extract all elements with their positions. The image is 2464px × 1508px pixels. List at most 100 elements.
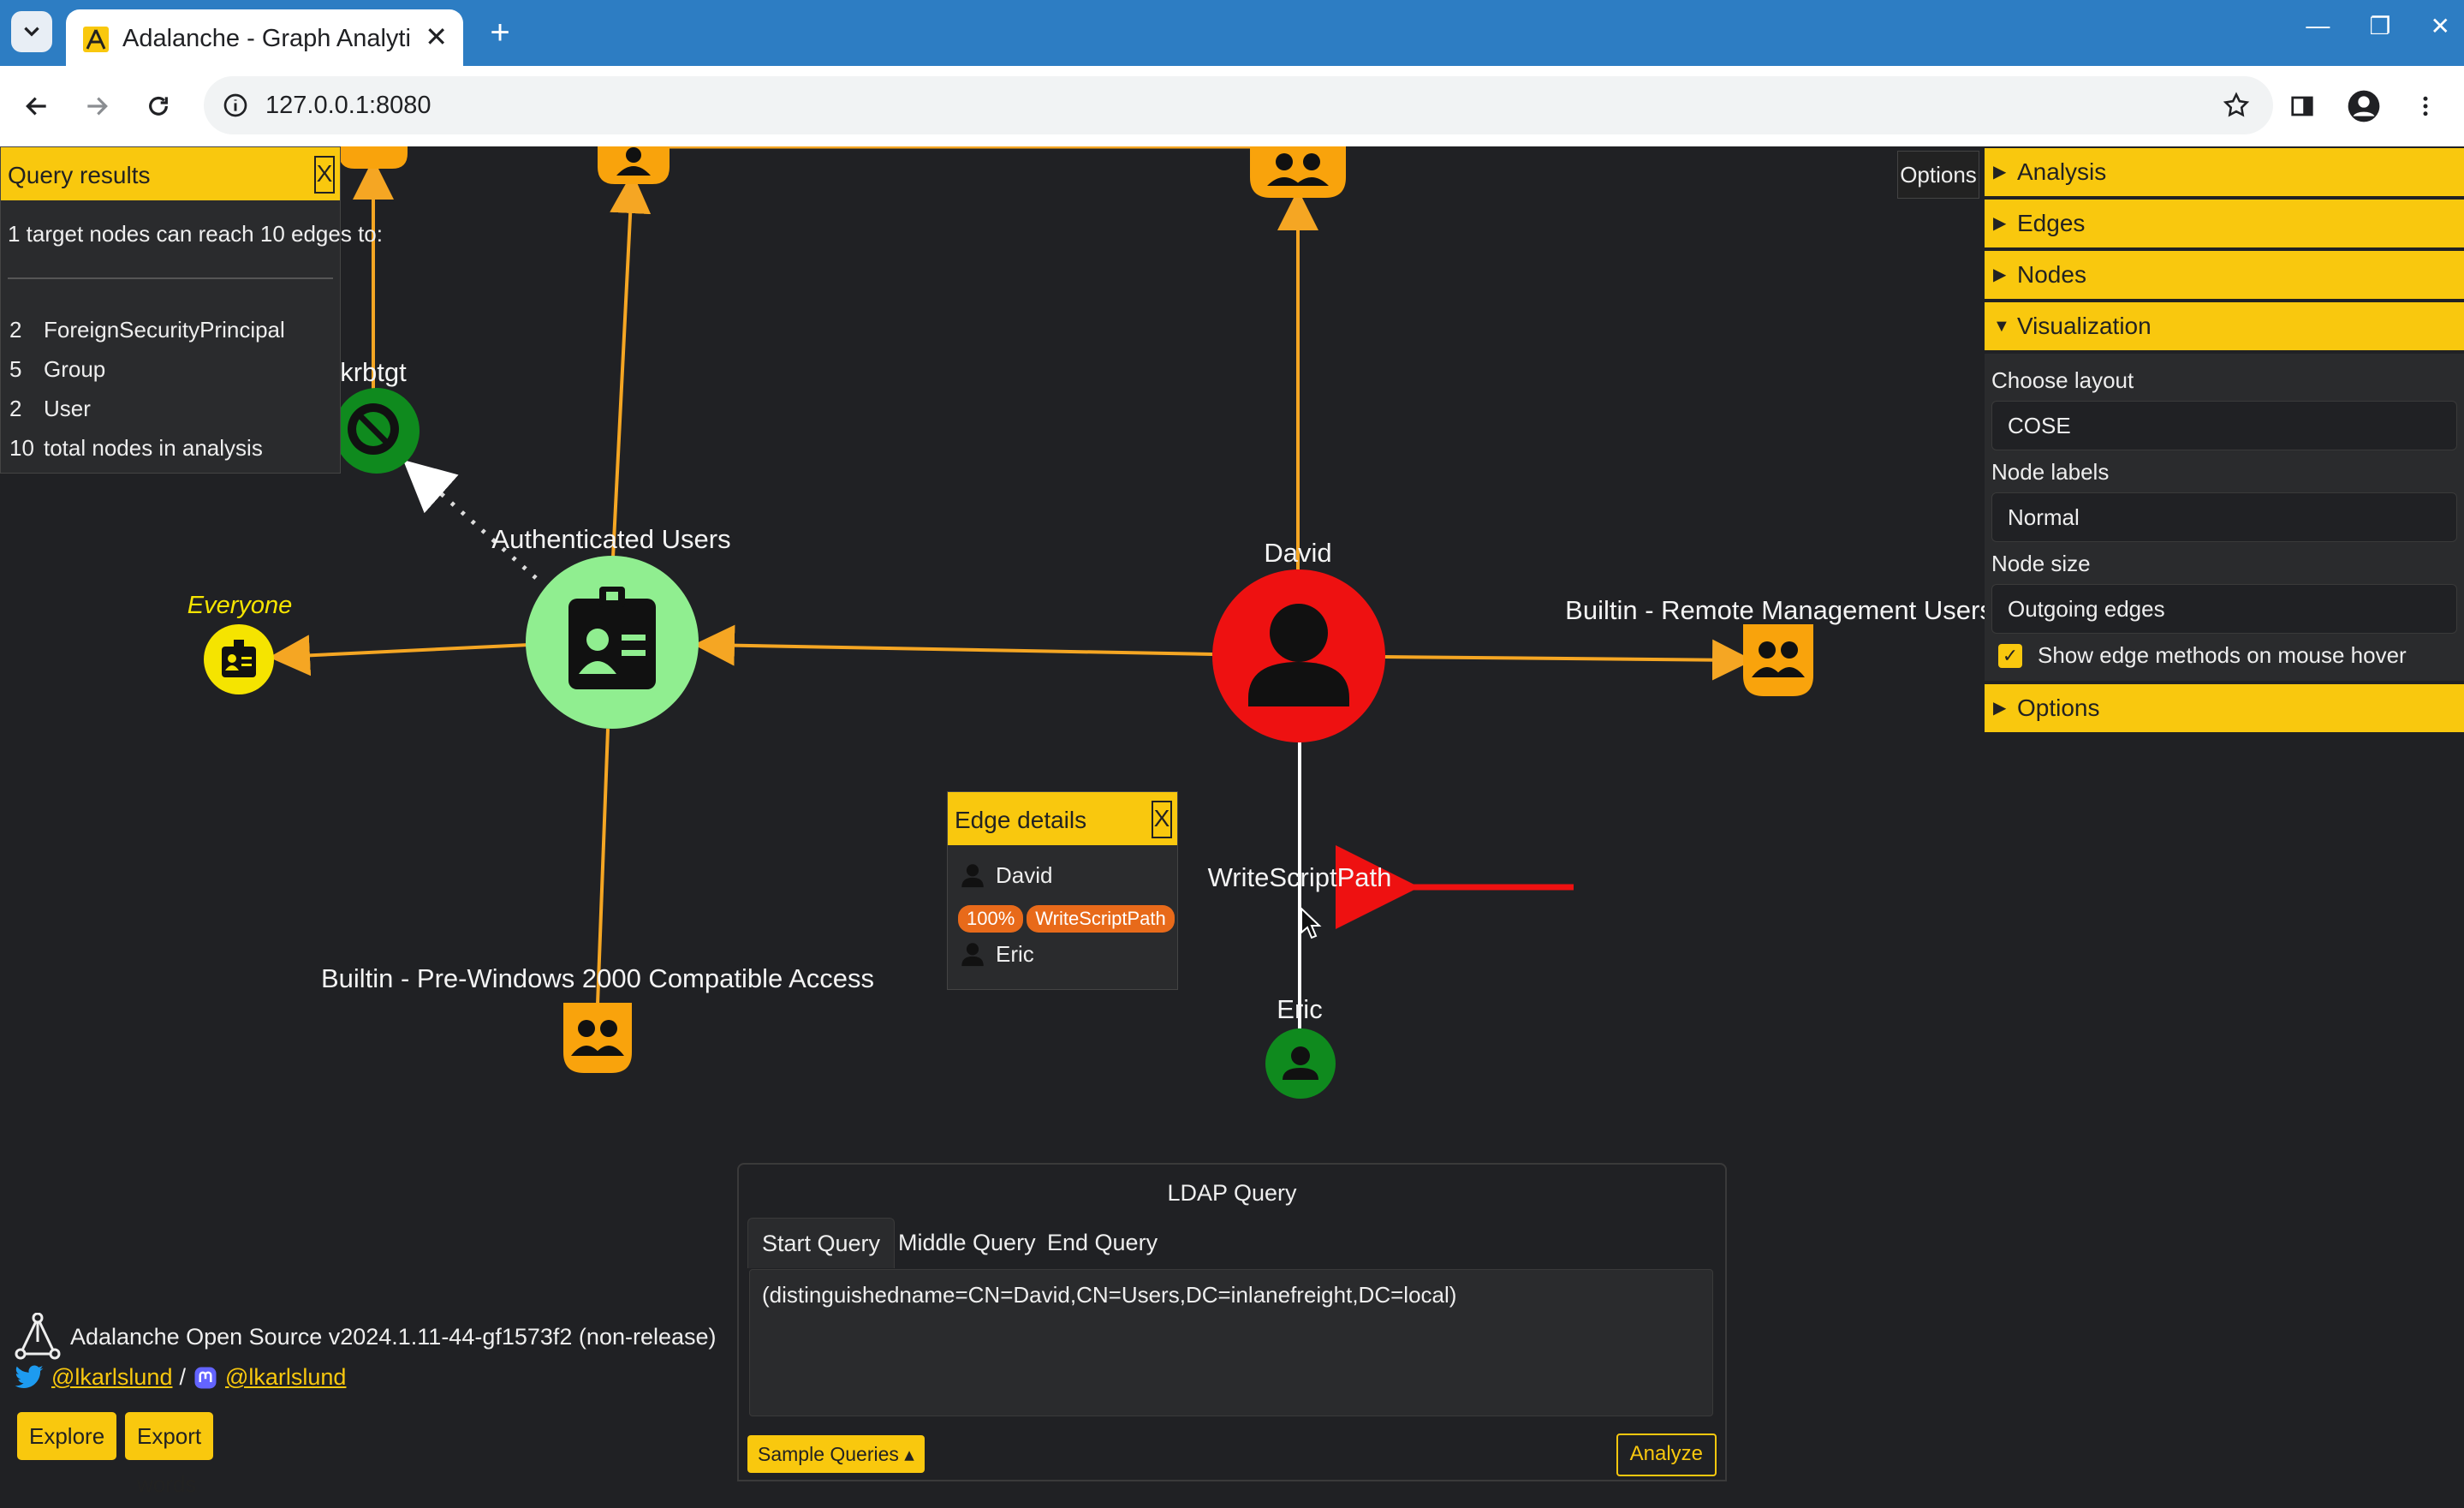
- edge-probability-badge: 100%: [958, 905, 1024, 933]
- edge-details-panel: Edge details X David 100% WriteScriptPat…: [947, 791, 1178, 990]
- mastodon-link[interactable]: @lkarlslund: [225, 1364, 346, 1391]
- node-labels-select[interactable]: Normal: [1991, 492, 2457, 542]
- accordion-edges[interactable]: ▶ Edges: [1985, 200, 2464, 247]
- active-tab[interactable]: Adalanche - Graph Analytics ✕: [66, 9, 463, 66]
- forward-arrow-icon: [87, 97, 108, 116]
- pre-windows-2000-node[interactable]: [563, 1003, 632, 1073]
- side-panel-button[interactable]: [2281, 85, 2324, 128]
- group-node-top-left[interactable]: [339, 146, 408, 169]
- ldap-query-panel: LDAP Query Start Query Middle Query End …: [737, 1163, 1727, 1481]
- accordion-nodes[interactable]: ▶ Nodes: [1985, 251, 2464, 299]
- query-results-close-button[interactable]: X: [314, 156, 335, 194]
- tab-end-query[interactable]: End Query: [1033, 1218, 1171, 1267]
- query-results-summary: 1 target nodes can reach 10 edges to:: [8, 221, 383, 247]
- twitter-bird-icon: [15, 1364, 44, 1388]
- side-settings-panel: ▶ Analysis ▶ Edges ▶ Nodes ▼ Visualization C…: [1985, 148, 2464, 736]
- restore-icon[interactable]: ❐: [2369, 12, 2390, 40]
- node-size-label: Node size: [1991, 551, 2091, 576]
- remote-management-users-node[interactable]: [1743, 624, 1813, 696]
- tab-search-button[interactable]: [11, 11, 52, 52]
- query-result-row: 2 ForeignSecurityPrincipal: [9, 317, 285, 343]
- group-node-top-mid[interactable]: [598, 146, 670, 184]
- query-results-title: Query results: [8, 162, 151, 188]
- close-window-icon[interactable]: ✕: [2431, 12, 2450, 40]
- edge-details-header: Edge details X: [948, 792, 1177, 845]
- tab-start-query[interactable]: Start Query: [747, 1218, 896, 1268]
- reload-button[interactable]: [137, 85, 180, 128]
- edge-methods-hover-checkbox[interactable]: ✓: [1998, 643, 2022, 668]
- remote-management-users-label: Builtin - Remote Management Users: [1565, 595, 1993, 625]
- mastodon-icon: [194, 1367, 217, 1388]
- chevron-down-icon: [24, 27, 39, 37]
- explore-button[interactable]: Explore: [17, 1412, 117, 1460]
- ldap-query-input[interactable]: (distinguishedname=CN=David,CN=Users,DC=…: [749, 1269, 1713, 1416]
- user-icon: [961, 864, 984, 888]
- twitter-link[interactable]: @lkarlslund: [51, 1364, 172, 1391]
- url-text[interactable]: 127.0.0.1:8080: [265, 92, 431, 120]
- edge-method-badge: WriteScriptPath: [1027, 905, 1175, 933]
- caret-right-icon: ▶: [1993, 163, 2007, 182]
- edge-from-row: David: [958, 861, 1052, 890]
- everyone-label: Everyone: [187, 592, 293, 619]
- query-result-row: 5 Group: [9, 356, 106, 382]
- krbtgt-label: krbtgt: [340, 357, 407, 387]
- eric-node[interactable]: [1265, 1028, 1336, 1099]
- close-tab-icon[interactable]: ✕: [425, 21, 448, 52]
- analyze-button[interactable]: Analyze: [1616, 1433, 1717, 1476]
- tab-title: Adalanche - Graph Analytics: [122, 25, 410, 52]
- forward-button[interactable]: [75, 85, 118, 128]
- caret-down-icon: ▼: [1993, 317, 2010, 336]
- edge-auth-everyone: [269, 635, 530, 677]
- tab-middle-query[interactable]: Middle Query: [884, 1218, 1050, 1267]
- accordion-options[interactable]: ▶ Options: [1985, 684, 2464, 732]
- new-tab-button[interactable]: +: [481, 12, 519, 53]
- back-button[interactable]: [15, 85, 58, 128]
- browser-menu-button[interactable]: [2404, 85, 2447, 128]
- pre-windows-2000-label: Builtin - Pre-Windows 2000 Compatible Ac…: [320, 963, 875, 993]
- edge-details-title: Edge details: [955, 807, 1087, 833]
- edge-methods-hover-label: Show edge methods on mouse hover: [2038, 642, 2407, 668]
- node-size-select[interactable]: Outgoing edges: [1991, 584, 2457, 634]
- accordion-visualization[interactable]: ▼ Visualization: [1985, 302, 2464, 350]
- version-text: Adalanche Open Source v2024.1.11-44-gf15…: [70, 1323, 717, 1350]
- profile-avatar-icon: [2348, 90, 2380, 122]
- david-node[interactable]: [1212, 569, 1385, 742]
- profile-button[interactable]: [2342, 85, 2385, 128]
- edge-to-name: Eric: [996, 940, 1034, 967]
- caret-right-icon: ▶: [1993, 214, 2007, 233]
- divider: [8, 277, 333, 279]
- eric-label: Eric: [1277, 994, 1323, 1024]
- edge-method-row: 100% WriteScriptPath: [958, 905, 1175, 933]
- minimize-icon[interactable]: —: [2306, 12, 2330, 40]
- user-icon: [961, 943, 984, 967]
- edge-details-close-button[interactable]: X: [1152, 801, 1172, 838]
- accordion-analysis[interactable]: ▶ Analysis: [1985, 148, 2464, 196]
- adalanche-logo-icon: [15, 1313, 61, 1360]
- window-controls: — ❐ ✕: [2306, 12, 2450, 40]
- export-words-button[interactable]: Export words: [125, 1412, 214, 1497]
- mouse-cursor-icon: [1300, 907, 1322, 939]
- everyone-node[interactable]: [204, 624, 274, 694]
- krbtgt-node[interactable]: [334, 388, 420, 474]
- address-bar[interactable]: 127.0.0.1:8080: [204, 76, 2273, 134]
- query-results-header: Query results X: [1, 147, 340, 200]
- options-toggle-button[interactable]: Options: [1897, 151, 1979, 199]
- sample-queries-button[interactable]: Sample Queries ▴: [747, 1435, 925, 1473]
- group-node-top-right[interactable]: [1250, 146, 1346, 198]
- visualization-settings: Choose layout COSE Node labels Normal No…: [1985, 354, 2464, 681]
- adalanche-favicon-icon: [83, 27, 109, 52]
- site-info-icon[interactable]: [214, 84, 257, 127]
- reload-icon: [149, 96, 168, 116]
- authenticated-users-label: Authenticated Users: [491, 524, 731, 554]
- authenticated-users-node[interactable]: [526, 556, 699, 729]
- back-arrow-icon: [26, 97, 46, 116]
- layout-select[interactable]: COSE: [1991, 401, 2457, 450]
- edge-david-remote: [1383, 639, 1753, 681]
- edge-auth-up: [610, 172, 652, 558]
- caret-right-icon: ▶: [1993, 699, 2007, 718]
- bookmark-star-icon[interactable]: [2217, 86, 2256, 125]
- graph-canvas[interactable]: krbtgt Authenticated Users Everyone Davi…: [0, 146, 2464, 1497]
- david-label: David: [1264, 538, 1332, 568]
- edge-auth-krbtgt: [402, 460, 538, 580]
- social-links: @lkarlslund / @lkarlslund: [14, 1364, 346, 1391]
